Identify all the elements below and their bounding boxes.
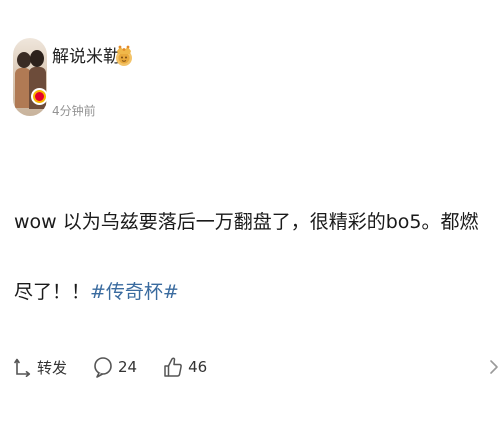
repost-label: 转发 xyxy=(37,358,68,377)
author-name[interactable]: 解说米勒 xyxy=(52,46,120,68)
topic-link[interactable]: #传奇杯# xyxy=(90,281,179,303)
thumbs-up-icon xyxy=(164,357,182,377)
avatar-figure xyxy=(17,52,31,68)
verified-v-dot xyxy=(35,92,44,101)
post-text: wow 以为乌兹要落后一万翻盘了，很精彩的bo5。都燃尽了！！ xyxy=(14,211,479,303)
post-time: 4分钟前 xyxy=(52,104,96,118)
repost-button[interactable]: 转发 xyxy=(14,357,67,378)
weibo-post: 解说米勒 4分钟前 wow 以为乌兹要落后一万翻盘了，很精彩的bo5。都燃尽了！… xyxy=(0,0,500,440)
avatar-figure xyxy=(30,50,44,67)
like-count: 46 xyxy=(188,358,208,376)
like-button[interactable]: 46 xyxy=(163,356,207,378)
comment-button[interactable]: 24 xyxy=(93,356,137,378)
post-content: wow 以为乌兹要落后一万翻盘了，很精彩的bo5。都燃尽了！！#传奇杯# xyxy=(14,187,492,327)
comment-count: 24 xyxy=(118,358,138,376)
comment-icon xyxy=(94,357,112,378)
action-bar: 转发 24 46 xyxy=(14,353,233,381)
more-options-icon[interactable] xyxy=(487,357,500,377)
crown-icon[interactable] xyxy=(113,44,135,68)
repost-icon xyxy=(14,358,31,377)
verified-v-icon xyxy=(31,88,48,105)
